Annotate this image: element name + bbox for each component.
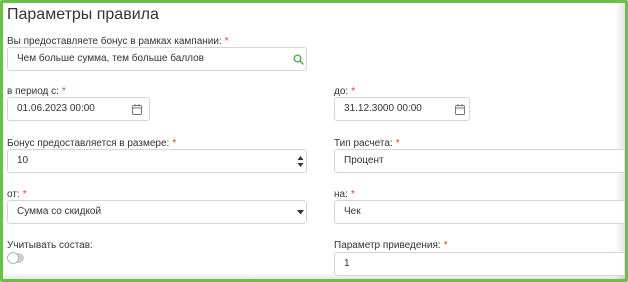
period-to-label: до: * bbox=[334, 86, 356, 97]
bonus-scope-label: Вы предоставляете бонус в рамках кампани… bbox=[7, 36, 229, 47]
from-base-label: от: * bbox=[7, 189, 27, 200]
required-mark: * bbox=[224, 36, 229, 47]
required-mark: * bbox=[350, 189, 355, 200]
period-from-datetime-input[interactable]: 01.06.2023 00:00 bbox=[7, 97, 150, 121]
required-mark: * bbox=[22, 189, 27, 200]
required-mark: * bbox=[351, 86, 356, 97]
bonus-amount-value: 10 bbox=[17, 155, 29, 166]
conversion-param-input[interactable]: 1 bbox=[334, 252, 624, 276]
required-mark: * bbox=[172, 138, 177, 149]
bonus-amount-stepper[interactable]: 10 bbox=[7, 149, 307, 173]
calc-type-select[interactable]: Процент bbox=[334, 149, 624, 173]
toggle-knob bbox=[7, 252, 19, 264]
required-mark: * bbox=[61, 86, 66, 97]
consider-composition-toggle[interactable] bbox=[7, 252, 24, 264]
period-to-value: 31.12.3000 00:00 bbox=[344, 103, 422, 114]
from-base-value: Сумма со скидкой bbox=[17, 206, 102, 217]
calendar-icon[interactable] bbox=[132, 104, 142, 115]
search-icon[interactable] bbox=[293, 54, 304, 65]
required-mark: * bbox=[443, 240, 448, 251]
period-from-label: в период с: * bbox=[7, 86, 66, 97]
from-base-select[interactable]: Сумма со скидкой bbox=[7, 200, 307, 224]
calc-type-label: Тип расчета: * bbox=[334, 138, 400, 149]
conversion-param-label: Параметр приведения: * bbox=[334, 240, 448, 251]
period-from-value: 01.06.2023 00:00 bbox=[17, 103, 95, 114]
calc-type-value: Процент bbox=[344, 155, 384, 166]
calendar-icon[interactable] bbox=[455, 104, 465, 115]
campaign-search-input[interactable]: Чем больше сумма, тем больше баллов bbox=[7, 47, 307, 71]
period-to-datetime-input[interactable]: 31.12.3000 00:00 bbox=[334, 97, 470, 121]
stepper-arrows-icon[interactable] bbox=[297, 155, 304, 168]
consider-composition-label: Учитывать состав: bbox=[7, 240, 93, 251]
required-mark: * bbox=[395, 138, 400, 149]
scroll-shadow-right bbox=[615, 3, 625, 279]
on-target-label: на: * bbox=[334, 189, 355, 200]
campaign-search-value: Чем больше сумма, тем больше баллов bbox=[17, 53, 204, 64]
conversion-param-value: 1 bbox=[344, 258, 350, 269]
page-title: Параметры правила bbox=[7, 6, 159, 23]
chevron-down-icon[interactable] bbox=[297, 210, 304, 215]
on-target-select[interactable]: Чек bbox=[334, 200, 624, 224]
bonus-amount-label: Бонус предоставляется в размере: * bbox=[7, 138, 177, 149]
on-target-value: Чек bbox=[344, 206, 361, 217]
